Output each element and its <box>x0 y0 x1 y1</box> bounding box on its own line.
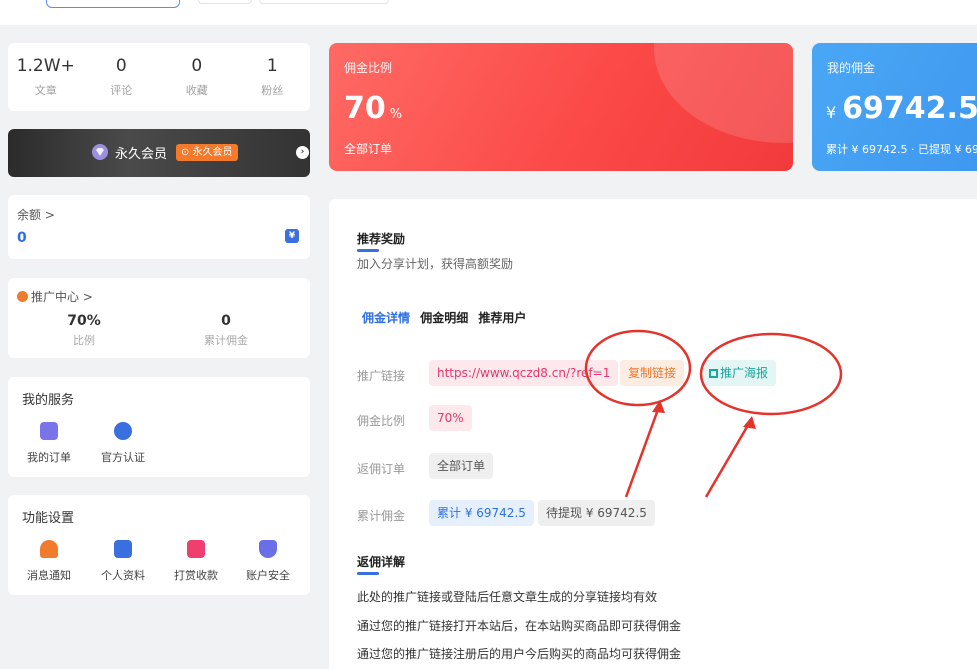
commission-ratio-sub: 全部订单 <box>344 142 393 156</box>
pending-value: 待提现 ¥ 69742.5 <box>538 500 655 526</box>
detail-line: 通过您的推广链接注册后的用户今后购买的商品均可获得佣金 <box>357 647 682 661</box>
poster-label: 推广海报 <box>720 366 769 380</box>
promo-total-value: 0 <box>221 313 231 329</box>
currency-symbol: ¥ <box>826 103 837 122</box>
copy-link-button[interactable]: 复制链接 <box>620 360 685 386</box>
my-commission-sub: 累计 ¥ 69742.5 · 已提现 ¥ 69 <box>826 143 977 156</box>
promo-total-label: 累计佣金 <box>204 334 248 347</box>
total-label: 累计佣金 <box>357 509 406 523</box>
setting-security[interactable]: 账户安全 <box>233 540 303 583</box>
setting-notifications[interactable]: 消息通知 <box>14 540 84 583</box>
setting-label: 消息通知 <box>27 569 71 582</box>
settings-card: 功能设置 消息通知 个人资料 打赏收款 账户安全 <box>8 495 310 595</box>
chevron-right-icon[interactable]: › <box>296 146 309 159</box>
qrcode-icon <box>709 369 718 378</box>
service-label: 我的订单 <box>27 451 71 464</box>
service-my-orders[interactable]: 我的订单 <box>14 422 84 465</box>
promo-total: 0 累计佣金 <box>176 313 276 348</box>
commission-ratio-card: 佣金比例 70% 全部订单 <box>329 43 793 171</box>
section-desc-rewards: 加入分享计划，获得高额奖励 <box>357 257 514 271</box>
stat-label: 文章 <box>34 84 57 97</box>
my-commission-card: 我的佣金 ¥69742.5 累计 ¥ 69742.5 · 已提现 ¥ 69 <box>812 43 977 171</box>
stat-label: 收藏 <box>185 84 208 97</box>
card-decoration <box>654 43 793 143</box>
my-commission-title: 我的佣金 <box>827 61 876 75</box>
vip-banner[interactable]: 永久会员 ⊙ 永久会员 › <box>8 129 310 177</box>
fire-icon <box>17 291 28 302</box>
referral-link[interactable]: https://www.qczd8.cn/?ref=1 <box>429 360 619 386</box>
my-services-card: 我的服务 我的订单 官方认证 <box>8 377 310 477</box>
top-bar <box>0 0 977 25</box>
commission-amount: 69742.5 <box>842 91 977 126</box>
vip-badge: ⊙ 永久会员 <box>176 144 238 161</box>
balance-card[interactable]: 余额 > 0 ¥ <box>8 195 310 259</box>
stat-articles[interactable]: 1.2W+ 文章 <box>16 56 76 98</box>
balance-value: 0 <box>17 230 27 246</box>
shield-icon <box>259 540 277 558</box>
bell-icon <box>40 540 58 558</box>
stat-label: 粉丝 <box>261 84 284 97</box>
setting-label: 打赏收款 <box>174 569 218 582</box>
detail-line: 此处的推广链接或登陆后任意文章生成的分享链接均有效 <box>357 590 658 604</box>
stat-value: 0 <box>115 56 127 76</box>
user-stats-card: 1.2W+ 文章 0 评论 0 收藏 1 粉丝 <box>8 43 310 111</box>
detail-line: 通过您的推广链接打开本站后，在本站购买商品即可获得佣金 <box>357 619 682 633</box>
promo-ratio: 70% 比例 <box>34 313 134 348</box>
top-tab-3[interactable] <box>259 0 389 4</box>
order-icon <box>40 422 58 440</box>
top-tab-active[interactable] <box>46 0 180 8</box>
ratio-value: 70% <box>429 405 472 431</box>
stat-comments[interactable]: 0 评论 <box>91 56 151 98</box>
stat-label: 评论 <box>110 84 133 97</box>
stat-favorites[interactable]: 0 收藏 <box>167 56 227 98</box>
commission-ratio-value: 70% <box>344 91 402 126</box>
stat-fans[interactable]: 1 粉丝 <box>242 56 302 98</box>
order-label: 返佣订单 <box>357 462 406 476</box>
profile-icon <box>114 540 132 558</box>
gift-icon <box>187 540 205 558</box>
verified-icon <box>114 422 132 440</box>
vip-label: 永久会员 <box>115 147 168 162</box>
link-label: 推广链接 <box>357 369 406 383</box>
promo-center-card: 推广中心 > 70% 比例 0 累计佣金 <box>8 278 310 358</box>
tab-referred-users[interactable]: 推荐用户 <box>478 311 526 325</box>
service-verification[interactable]: 官方认证 <box>88 422 158 465</box>
wallet-icon: ¥ <box>285 229 299 243</box>
services-title: 我的服务 <box>22 393 75 408</box>
setting-tips[interactable]: 打赏收款 <box>161 540 231 583</box>
my-commission-value: ¥69742.5 <box>826 91 977 126</box>
commission-ratio-title: 佣金比例 <box>344 61 393 75</box>
promo-ratio-label: 比例 <box>73 334 95 347</box>
promo-ratio-value: 70% <box>67 313 101 329</box>
balance-title[interactable]: 余额 > <box>17 206 55 223</box>
commission-tabs: 佣金详情 佣金明细 推荐用户 <box>362 309 532 326</box>
diamond-icon <box>92 144 108 160</box>
setting-label: 账户安全 <box>246 569 290 582</box>
promo-center-title[interactable]: 推广中心 > <box>17 288 93 305</box>
service-label: 官方认证 <box>101 451 145 464</box>
stat-value: 1 <box>266 56 278 76</box>
promo-center-label: 推广中心 > <box>31 290 93 304</box>
tab-commission-details[interactable]: 佣金详情 <box>362 311 410 325</box>
settings-title: 功能设置 <box>22 511 75 526</box>
top-tab-2[interactable] <box>198 0 252 4</box>
stat-value: 0 <box>191 56 203 76</box>
ratio-label: 佣金比例 <box>357 414 406 428</box>
setting-label: 个人资料 <box>101 569 145 582</box>
section-title-rewards: 推荐奖励 <box>357 232 406 252</box>
poster-button[interactable]: 推广海报 <box>701 360 777 386</box>
setting-profile[interactable]: 个人资料 <box>88 540 158 583</box>
section-title-details: 返佣详解 <box>357 555 406 575</box>
tab-commission-records[interactable]: 佣金明细 <box>420 311 468 325</box>
ratio-unit: % <box>389 107 403 122</box>
order-value: 全部订单 <box>429 453 494 479</box>
stat-value: 1.2W+ <box>16 56 75 76</box>
referral-panel: 推荐奖励 加入分享计划，获得高额奖励 佣金详情 佣金明细 推荐用户 推广链接 h… <box>329 199 977 669</box>
ratio-number: 70 <box>344 91 386 126</box>
total-value: 累计 ¥ 69742.5 <box>429 500 534 526</box>
